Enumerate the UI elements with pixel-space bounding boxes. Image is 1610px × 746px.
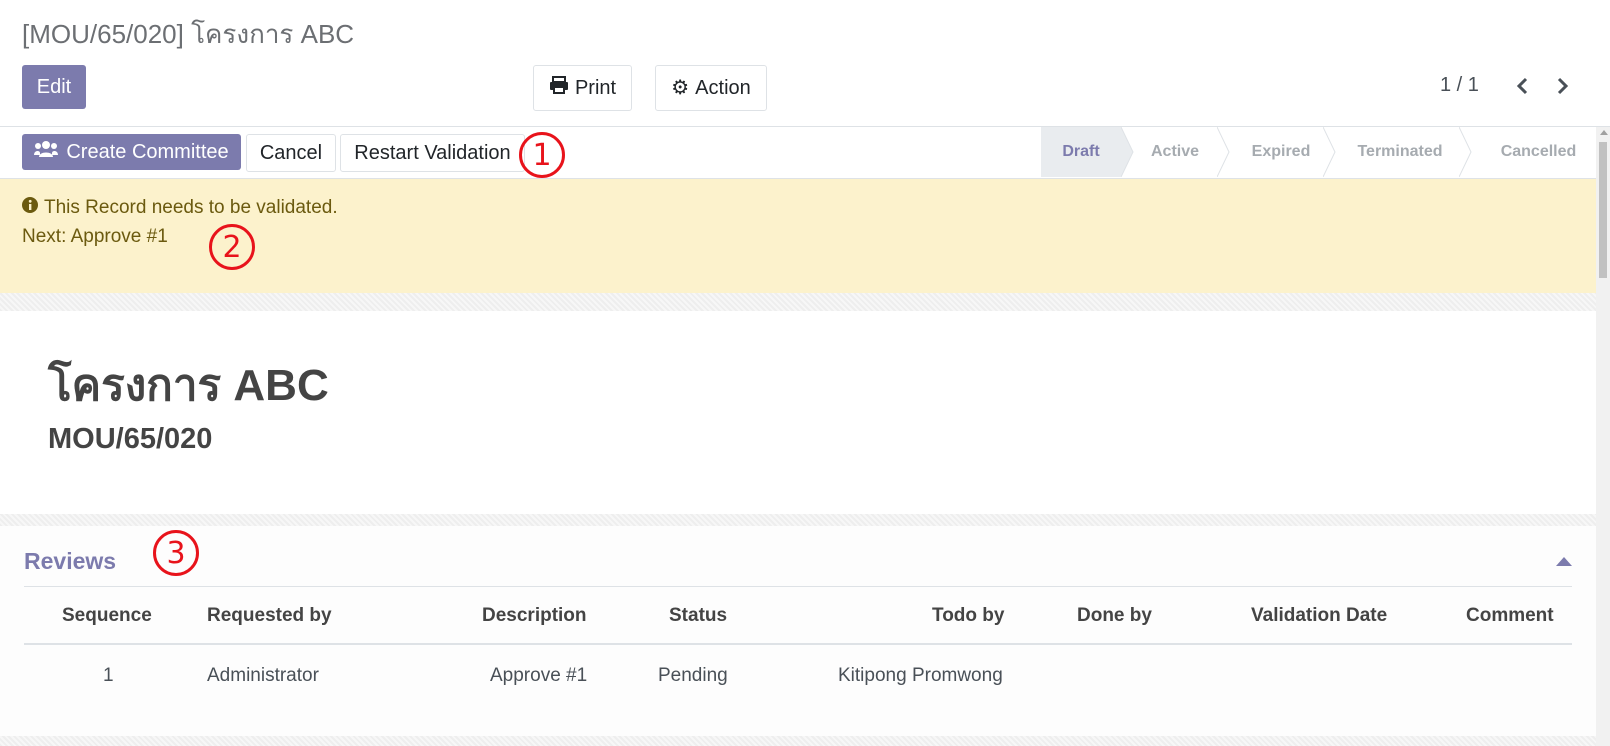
stage-separator bbox=[1323, 127, 1336, 177]
status-bar: Draft Active Expired Terminated Cancelle… bbox=[1041, 127, 1602, 177]
sheet-gap bbox=[0, 293, 1596, 311]
sheet-gap bbox=[0, 736, 1596, 746]
breadcrumb: [MOU/65/020] โครงการ ABC bbox=[22, 19, 355, 49]
annotation-marker-2: 2 bbox=[209, 224, 255, 270]
action-button[interactable]: ⚙ Action bbox=[655, 65, 767, 111]
scrollbar-thumb[interactable] bbox=[1599, 142, 1607, 278]
print-icon bbox=[549, 76, 569, 100]
pager-value[interactable]: 1 / 1 bbox=[1440, 74, 1479, 97]
info-icon bbox=[22, 197, 38, 219]
print-label: Print bbox=[574, 76, 617, 99]
action-label: Action bbox=[695, 76, 751, 99]
table-cell-description[interactable]: Approve #1 bbox=[490, 665, 587, 687]
column-header-description[interactable]: Description bbox=[482, 605, 587, 627]
column-header-requested-by[interactable]: Requested by bbox=[207, 605, 332, 627]
stage-active[interactable]: Active bbox=[1135, 127, 1215, 177]
stage-expired[interactable]: Expired bbox=[1231, 127, 1331, 177]
sheet-gap bbox=[0, 514, 1596, 526]
column-header-validation-date[interactable]: Validation Date bbox=[1251, 605, 1387, 627]
create-committee-button[interactable]: Create Committee bbox=[22, 134, 241, 170]
pager-previous-icon[interactable] bbox=[1508, 72, 1536, 100]
stage-terminated[interactable]: Terminated bbox=[1337, 127, 1463, 177]
alert-next-step: Next: Approve #1 bbox=[22, 226, 168, 247]
scroll-up-arrow-icon[interactable] bbox=[1600, 130, 1608, 135]
column-header-status[interactable]: Status bbox=[669, 605, 727, 627]
annotation-marker-1: 1 bbox=[519, 132, 565, 178]
collapse-caret-icon[interactable] bbox=[1556, 557, 1572, 566]
column-header-todo-by[interactable]: Todo by bbox=[932, 605, 1004, 627]
stage-draft[interactable]: Draft bbox=[1041, 127, 1121, 177]
pager-next-icon[interactable] bbox=[1549, 72, 1577, 100]
print-button[interactable]: Print bbox=[533, 65, 632, 111]
stage-cancelled[interactable]: Cancelled bbox=[1475, 127, 1602, 177]
table-cell-todo-by[interactable]: Kitipong Promwong bbox=[838, 665, 1003, 687]
alert-text: This Record needs to be validated. bbox=[44, 197, 338, 218]
column-header-comment[interactable]: Comment bbox=[1466, 605, 1554, 627]
reviews-section bbox=[0, 526, 1596, 736]
alert-message: This Record needs to be validated. bbox=[22, 197, 338, 219]
annotation-marker-3: 3 bbox=[153, 530, 199, 576]
table-cell-requested-by[interactable]: Administrator bbox=[207, 665, 319, 687]
record-name: โครงการ ABC bbox=[48, 361, 329, 410]
stage-separator bbox=[1459, 127, 1472, 177]
edit-button[interactable]: Edit bbox=[22, 65, 86, 109]
column-header-sequence[interactable]: Sequence bbox=[62, 605, 152, 627]
table-cell-status[interactable]: Pending bbox=[658, 665, 728, 687]
restart-validation-button[interactable]: Restart Validation bbox=[340, 134, 525, 172]
cancel-button[interactable]: Cancel bbox=[246, 134, 336, 172]
stage-separator bbox=[1217, 127, 1230, 177]
table-cell-sequence[interactable]: 1 bbox=[103, 665, 114, 687]
create-committee-label: Create Committee bbox=[66, 140, 229, 163]
divider bbox=[24, 643, 1572, 645]
reviews-title[interactable]: Reviews bbox=[24, 548, 116, 575]
divider bbox=[24, 586, 1572, 587]
stage-separator-active bbox=[1121, 127, 1134, 177]
gear-icon: ⚙ bbox=[671, 77, 690, 99]
record-reference: MOU/65/020 bbox=[48, 423, 213, 455]
column-header-done-by[interactable]: Done by bbox=[1077, 605, 1152, 627]
users-icon bbox=[34, 140, 59, 164]
